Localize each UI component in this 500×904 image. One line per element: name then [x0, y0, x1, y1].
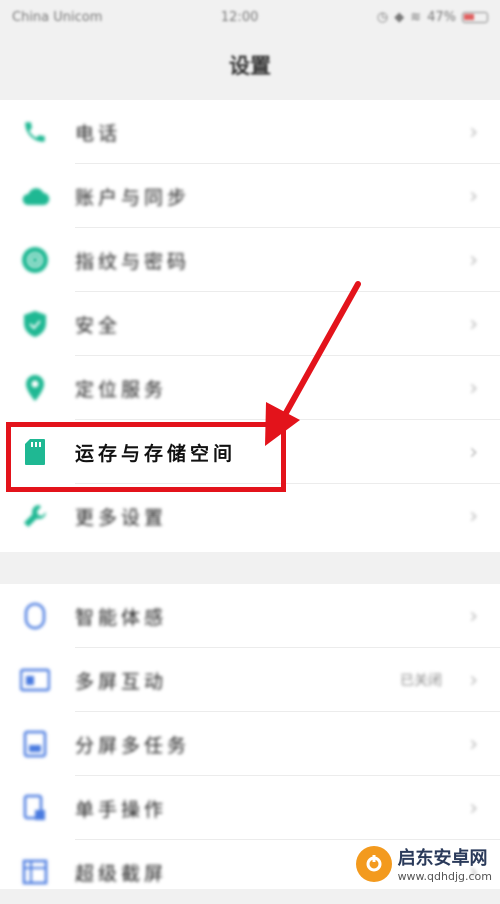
chevron-right-icon: ›	[469, 119, 478, 145]
settings-item-multiscreen[interactable]: 多屏互动 已关闭 ›	[0, 648, 500, 712]
battery-percent: 47%	[427, 9, 456, 25]
sd-card-icon	[20, 437, 50, 467]
settings-item-security[interactable]: 安全 ›	[0, 292, 500, 356]
chevron-right-icon: ›	[469, 667, 478, 693]
chevron-right-icon: ›	[469, 311, 478, 337]
settings-item-ram-storage[interactable]: 运存与存储空间 ›	[0, 420, 500, 484]
settings-item-label: 安全	[75, 314, 122, 337]
chevron-right-icon: ›	[469, 603, 478, 629]
settings-item-label: 指纹与密码	[75, 250, 191, 273]
battery-icon	[462, 11, 488, 23]
chevron-right-icon: ›	[469, 795, 478, 821]
multiscreen-icon	[20, 665, 50, 695]
watermark-name: 启东安卓网	[397, 848, 488, 869]
carrier-label: China Unicom	[12, 9, 103, 25]
settings-group-1: 电话 › 账户与同步 › 指纹与密码 › 安全 › 定位服务 › 运存与存储空间…	[0, 100, 500, 552]
one-hand-icon	[20, 793, 50, 823]
status-icons: ◷ ◆ ≋ 47%	[377, 10, 488, 25]
alarm-icon: ◷	[376, 9, 389, 25]
chevron-right-icon: ›	[469, 439, 478, 465]
shield-icon	[20, 309, 50, 339]
settings-item-phone[interactable]: 电话 ›	[0, 100, 500, 164]
phone-icon	[20, 117, 50, 147]
settings-item-label: 超级截屏	[75, 862, 168, 885]
cloud-icon	[20, 181, 50, 211]
settings-item-label: 账户与同步	[75, 186, 191, 209]
wifi-icon: ≋	[410, 9, 422, 25]
watermark-text: 启东安卓网 www.qdhdjg.com	[398, 844, 492, 883]
settings-item-label: 电话	[75, 122, 122, 145]
settings-item-label: 分屏多任务	[75, 734, 191, 757]
settings-item-one-hand[interactable]: 单手操作 ›	[0, 776, 500, 840]
chevron-right-icon: ›	[469, 731, 478, 757]
page-title: 设置	[229, 54, 271, 78]
fingerprint-icon	[20, 245, 50, 275]
split-screen-icon	[20, 729, 50, 759]
watermark-logo-icon	[355, 845, 392, 882]
settings-item-accounts-sync[interactable]: 账户与同步 ›	[0, 164, 500, 228]
screenshot-icon	[20, 857, 50, 887]
settings-item-split-screen[interactable]: 分屏多任务 ›	[0, 712, 500, 776]
chevron-right-icon: ›	[469, 247, 478, 273]
watermark: 启东安卓网 www.qdhdjg.com	[355, 844, 492, 883]
settings-item-label: 智能体感	[75, 606, 168, 629]
multiscreen-status: 已关闭	[400, 673, 442, 689]
chevron-right-icon: ›	[469, 503, 478, 529]
motion-icon	[20, 601, 50, 631]
location-icon	[20, 373, 50, 403]
status-bar: China Unicom 12:00 ◷ ◆ ≋ 47%	[0, 0, 500, 34]
settings-item-label: 单手操作	[75, 798, 168, 821]
chevron-right-icon: ›	[469, 183, 478, 209]
settings-item-label: 定位服务	[75, 378, 168, 401]
shield-status-icon: ◆	[394, 9, 405, 25]
watermark-url: www.qdhdjg.com	[397, 870, 492, 883]
settings-item-more-settings[interactable]: 更多设置 ›	[0, 484, 500, 548]
settings-item-location[interactable]: 定位服务 ›	[0, 356, 500, 420]
settings-item-fingerprint-password[interactable]: 指纹与密码 ›	[0, 228, 500, 292]
wrench-icon	[20, 501, 50, 531]
settings-item-smart-motion[interactable]: 智能体感 ›	[0, 584, 500, 648]
chevron-right-icon: ›	[469, 375, 478, 401]
settings-item-label: 运存与存储空间	[75, 442, 237, 465]
settings-item-label: 多屏互动	[75, 670, 168, 693]
settings-item-label: 更多设置	[75, 506, 168, 529]
clock: 12:00	[220, 9, 259, 25]
